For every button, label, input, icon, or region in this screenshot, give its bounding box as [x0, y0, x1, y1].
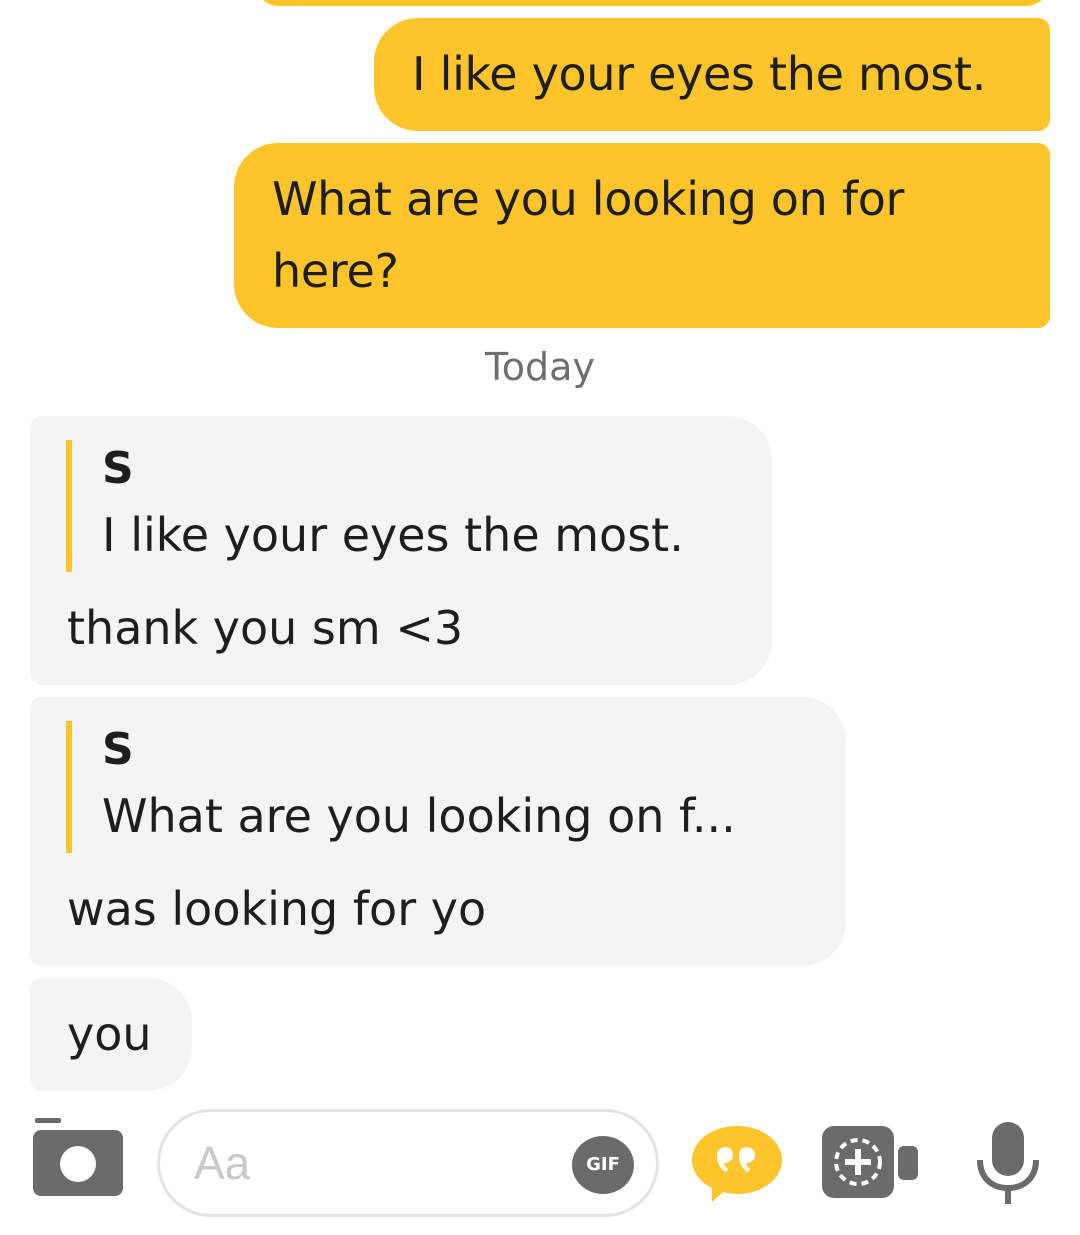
- quote-text: I like your eyes the most.: [102, 508, 684, 562]
- message-text: I like your eyes the most.: [412, 47, 987, 101]
- quote-author: S: [102, 443, 134, 494]
- quoted-reply[interactable]: S I like your eyes the most.: [66, 440, 684, 572]
- video-call-button[interactable]: [822, 1124, 922, 1200]
- microphone-button[interactable]: [976, 1120, 1040, 1206]
- microphone-icon: [977, 1122, 1039, 1204]
- message-text: you: [67, 1007, 152, 1061]
- camera-icon: [33, 1118, 123, 1196]
- quote-icon: [692, 1126, 782, 1202]
- previous-message-bubble[interactable]: [255, 0, 1050, 6]
- message-text: thank you sm <3: [67, 601, 464, 655]
- message-input[interactable]: [194, 1132, 554, 1194]
- message-text: was looking for yo: [67, 882, 487, 936]
- outgoing-message-bubble[interactable]: What are you looking on for here?: [234, 143, 1050, 328]
- message-input-container[interactable]: GIF: [157, 1109, 659, 1217]
- incoming-message-bubble[interactable]: you: [30, 978, 192, 1091]
- message-text: What are you looking on for here?: [272, 172, 905, 298]
- incoming-message-bubble[interactable]: S I like your eyes the most. thank you s…: [30, 416, 772, 685]
- video-call-icon: [822, 1126, 918, 1198]
- quoted-reply[interactable]: S What are you looking on f...: [66, 721, 736, 853]
- quote-author: S: [102, 724, 134, 775]
- camera-button[interactable]: [33, 1118, 125, 1198]
- quote-button[interactable]: [690, 1124, 784, 1204]
- day-divider: Today: [485, 345, 595, 389]
- outgoing-message-bubble[interactable]: I like your eyes the most.: [374, 18, 1050, 131]
- incoming-message-bubble[interactable]: S What are you looking on f... was looki…: [30, 697, 846, 966]
- quote-text: What are you looking on f...: [102, 789, 736, 843]
- gif-button[interactable]: GIF: [572, 1136, 634, 1194]
